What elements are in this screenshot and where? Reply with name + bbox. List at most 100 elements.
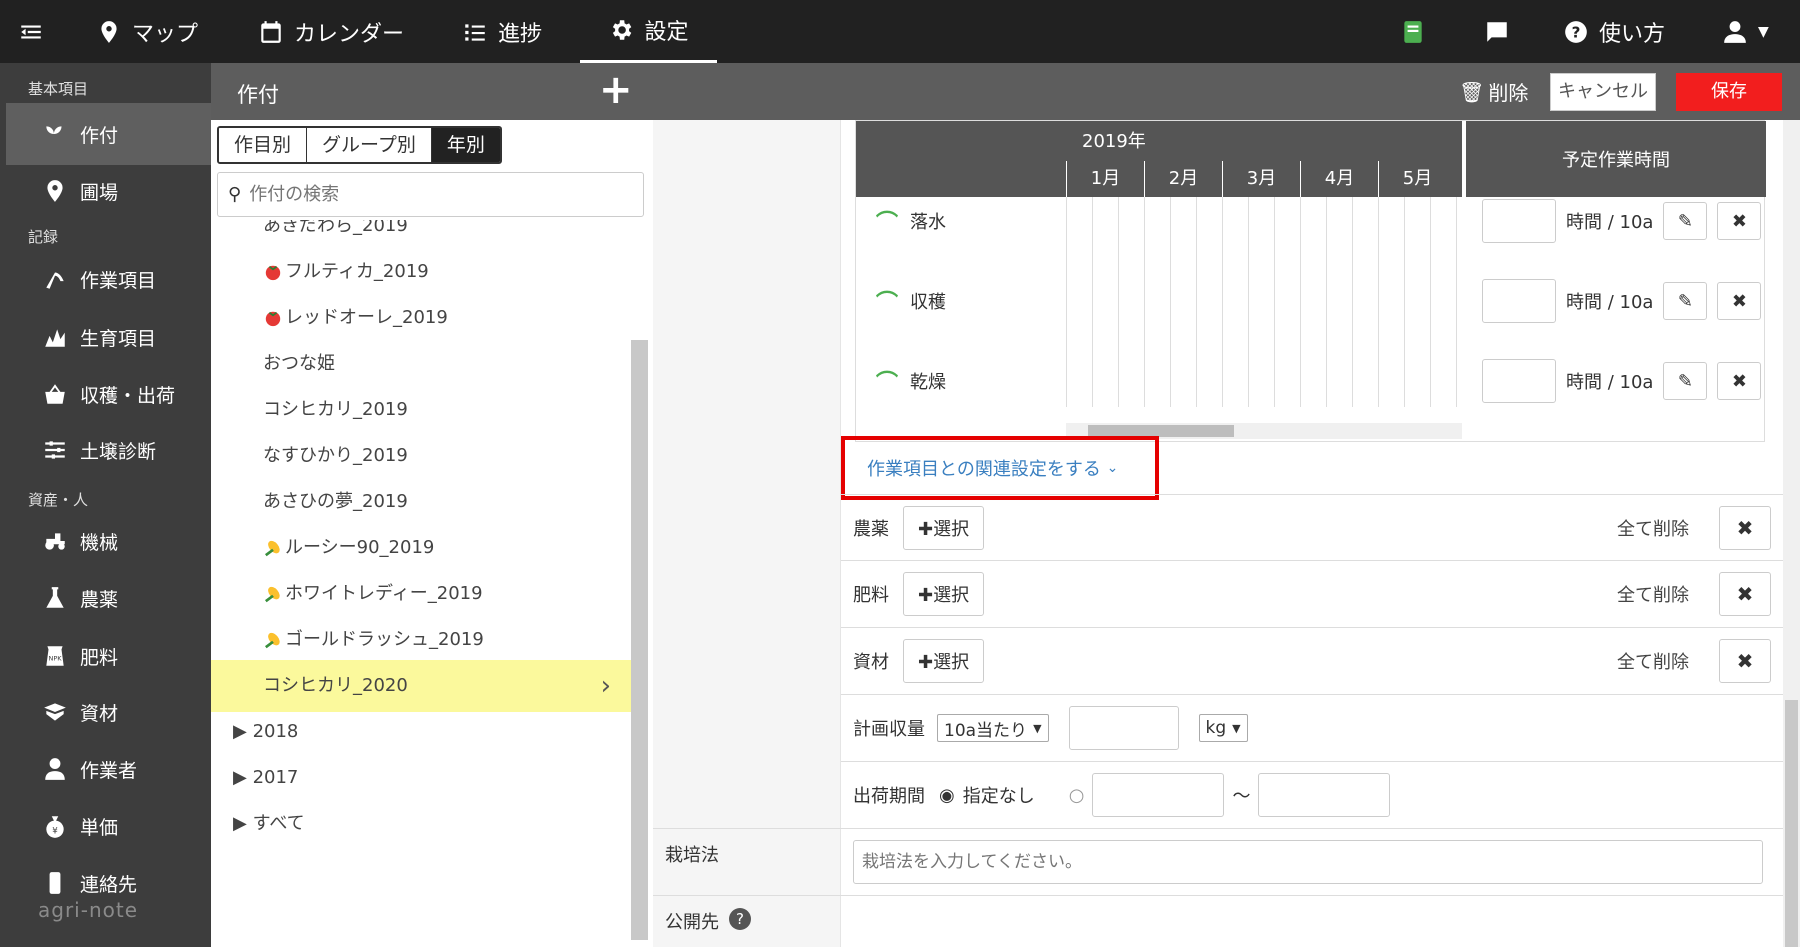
list-item[interactable]: レッドオーレ_2019 bbox=[211, 292, 631, 344]
remove-button[interactable]: ✖ bbox=[1717, 362, 1762, 400]
list-item[interactable]: ルーシー90_2019 bbox=[211, 522, 631, 574]
radio-none[interactable]: ◉ bbox=[939, 785, 955, 806]
method-input[interactable] bbox=[853, 840, 1763, 884]
add-button[interactable]: + bbox=[599, 66, 633, 114]
calendar-icon bbox=[261, 20, 281, 43]
year-label: 2018 bbox=[252, 721, 299, 742]
list-scrollbar[interactable] bbox=[631, 340, 648, 940]
map-pin-icon bbox=[101, 20, 117, 43]
sidebar-item-growth[interactable]: 生育項目 bbox=[6, 306, 211, 368]
list-item[interactable]: あさひの夢_2019 bbox=[211, 476, 631, 528]
relation-settings-link[interactable]: 作業項目との関連設定をする ⌄ bbox=[841, 436, 1159, 500]
edit-button[interactable]: ✎ bbox=[1663, 362, 1708, 400]
year-group-2017[interactable]: ▶ 2017 bbox=[211, 752, 631, 804]
relation-link-label: 作業項目との関連設定をする bbox=[867, 459, 1101, 480]
delete-button[interactable]: 🗑 削除 bbox=[1459, 77, 1528, 106]
flask-icon bbox=[46, 587, 64, 608]
sidebar-item-harvest[interactable]: 収穫・出荷 bbox=[6, 363, 211, 425]
sidebar-item-label: 作付 bbox=[80, 124, 119, 147]
sidebar-item-crop[interactable]: 作付 bbox=[6, 103, 211, 165]
time-input[interactable] bbox=[1482, 199, 1556, 243]
yield-input[interactable] bbox=[1068, 706, 1179, 750]
fertilizer-row: 肥料 ✚選択 全て削除 ✖ bbox=[841, 560, 1783, 627]
sidebar-item-soil[interactable]: 土壌診断 bbox=[6, 419, 211, 481]
month-4: 4月 bbox=[1300, 161, 1378, 197]
list-item[interactable]: ホワイトレディー_2019 bbox=[211, 568, 631, 620]
section-record: 記録 bbox=[28, 228, 59, 246]
tab-by-crop[interactable]: 作目別 bbox=[219, 128, 308, 162]
sidebar-item-label: 生育項目 bbox=[80, 327, 157, 350]
delete-label: 削除 bbox=[1488, 81, 1529, 105]
ship-end-input[interactable] bbox=[1258, 773, 1391, 817]
yield-unit-select[interactable]: 10a当たり ▼ bbox=[937, 714, 1049, 742]
select-pesticide-button[interactable]: ✚選択 bbox=[903, 505, 985, 550]
remove-button[interactable]: ✖ bbox=[1717, 282, 1762, 320]
list-item-selected[interactable]: コシヒカリ_2020 › bbox=[211, 660, 631, 712]
select-fertilizer-button[interactable]: ✚選択 bbox=[903, 572, 985, 616]
list-item[interactable]: おつな姫 bbox=[211, 338, 631, 390]
list-item-label: なすひかり_2019 bbox=[263, 445, 408, 466]
main-scrollbar[interactable] bbox=[1783, 120, 1800, 947]
tab-by-year[interactable]: 年別 bbox=[431, 128, 500, 162]
select-material-button[interactable]: ✚選択 bbox=[903, 639, 985, 683]
sidebar-item-material[interactable]: 資材 bbox=[6, 681, 211, 743]
row-label: 収穫 bbox=[910, 292, 947, 313]
nav-settings[interactable]: 設定 bbox=[580, 0, 717, 63]
tractor-icon bbox=[45, 533, 65, 550]
time-input[interactable] bbox=[1482, 359, 1556, 403]
list-item[interactable]: なすひかり_2019 bbox=[211, 430, 631, 482]
list-item[interactable]: フルティカ_2019 bbox=[211, 246, 631, 298]
time-cell: 時間 / 10a ✎ ✖ bbox=[1464, 261, 1766, 341]
time-unit: 時間 / 10a bbox=[1566, 292, 1654, 313]
radio-range[interactable]: ○ bbox=[1069, 785, 1085, 806]
time-input[interactable] bbox=[1482, 279, 1556, 323]
edit-button[interactable]: ✎ bbox=[1663, 202, 1708, 240]
year-group-2018[interactable]: ▶ 2018 bbox=[211, 706, 631, 758]
sidebar-item-field[interactable]: 圃場 bbox=[6, 160, 211, 222]
time-unit: 時間 / 10a bbox=[1566, 372, 1654, 393]
crop-list: あきだわら_2019 フルティカ_2019 レッドオーレ_2019 おつな姫 コ… bbox=[211, 220, 631, 947]
save-button[interactable]: 保存 bbox=[1676, 73, 1782, 111]
remove-button[interactable]: ✖ bbox=[1717, 202, 1762, 240]
search-input[interactable] bbox=[249, 184, 610, 205]
kg-select[interactable]: kg ▼ bbox=[1198, 714, 1248, 742]
shipping-row: 出荷期間 ◉ 指定なし ○ 〜 bbox=[841, 761, 1783, 828]
sidebar-item-label: 連絡先 bbox=[80, 873, 138, 896]
help-icon[interactable]: ? bbox=[729, 908, 751, 930]
cancel-button[interactable]: キャンセル bbox=[1550, 73, 1656, 111]
row-label: 乾燥 bbox=[910, 372, 947, 393]
nav-progress[interactable]: 進捗 bbox=[462, 0, 542, 63]
edit-button[interactable]: ✎ bbox=[1663, 282, 1708, 320]
sidebar-item-pesticide[interactable]: 農薬 bbox=[6, 567, 211, 629]
scroll-thumb[interactable] bbox=[1785, 700, 1798, 947]
list-item-label: ホワイトレディー_2019 bbox=[285, 583, 483, 604]
year-group-all[interactable]: ▶ すべて bbox=[211, 798, 631, 850]
delete-all-button[interactable]: ✖ bbox=[1719, 639, 1771, 683]
sickle-icon bbox=[46, 272, 64, 289]
chat-icon[interactable] bbox=[1484, 0, 1510, 63]
list-item-label: コシヒカリ_2020 bbox=[263, 675, 408, 696]
nav-map[interactable]: マップ bbox=[96, 0, 198, 63]
sidebar-item-machine[interactable]: 機械 bbox=[6, 510, 211, 572]
delete-all-button[interactable]: ✖ bbox=[1719, 572, 1771, 616]
detail-panel: 2019年 1月 2月 3月 4月 5月 予定作業時間 ⌒ 落水 時間 / 10… bbox=[653, 120, 1783, 947]
sidebar-item-price[interactable]: ¥ 単価 bbox=[6, 795, 211, 857]
list-item-label: コシヒカリ_2019 bbox=[263, 399, 408, 420]
app-root: マップ カレンダー 進捗 設定 ? 使い方 ▼ 基本項目 作付 圃場 記録 作業… bbox=[0, 0, 1800, 947]
page-title: 作付 bbox=[237, 83, 279, 107]
nav-calendar[interactable]: カレンダー bbox=[258, 0, 404, 63]
sidebar-item-task[interactable]: 作業項目 bbox=[6, 248, 211, 310]
trash-icon: 🗑 bbox=[1459, 79, 1485, 104]
list-item[interactable]: コシヒカリ_2019 bbox=[211, 384, 631, 436]
user-menu[interactable]: ▼ bbox=[1722, 0, 1769, 63]
nav-help[interactable]: ? 使い方 bbox=[1563, 0, 1665, 63]
sidebar-item-fertilizer[interactable]: NPK 肥料 bbox=[6, 625, 211, 687]
report-icon[interactable] bbox=[1400, 0, 1426, 63]
delete-all-button[interactable]: ✖ bbox=[1719, 505, 1771, 550]
publish-label: 公開先 bbox=[665, 912, 719, 933]
tab-by-group[interactable]: グループ別 bbox=[307, 128, 432, 162]
menu-toggle-icon[interactable] bbox=[18, 0, 44, 63]
ship-start-input[interactable] bbox=[1092, 773, 1225, 817]
list-item[interactable]: ゴールドラッシュ_2019 bbox=[211, 614, 631, 666]
sidebar-item-worker[interactable]: 作業者 bbox=[6, 738, 211, 800]
